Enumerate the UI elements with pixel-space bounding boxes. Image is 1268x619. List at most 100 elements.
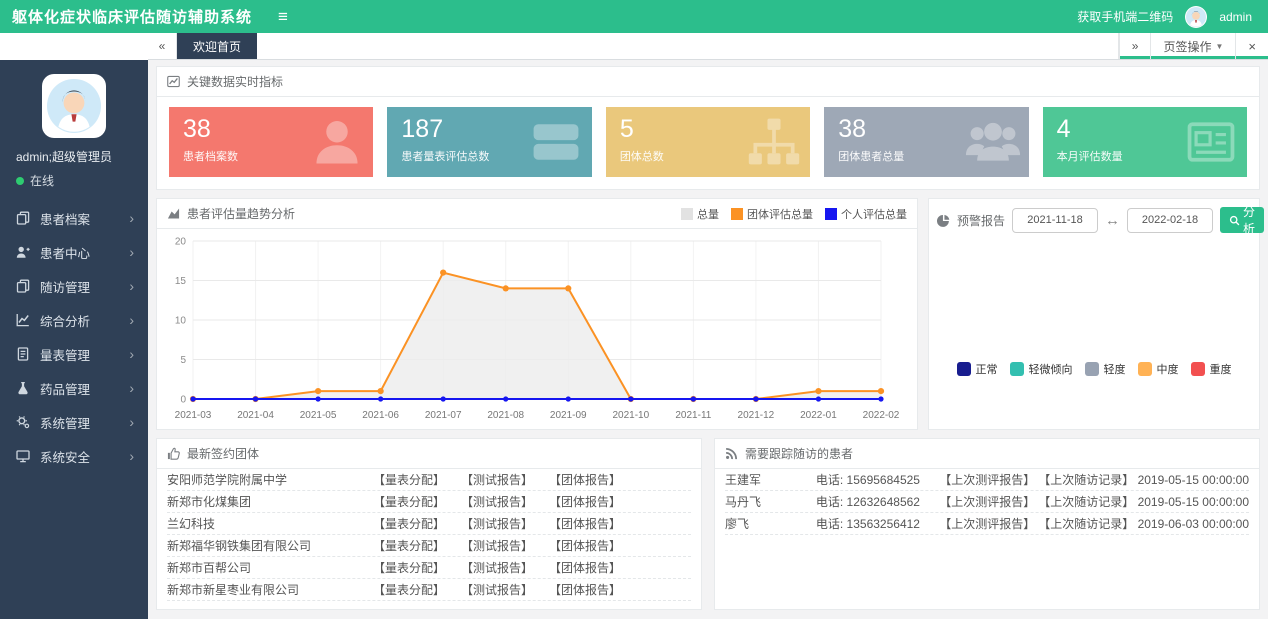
tabs-scroll-right-button[interactable]: » [1119, 33, 1151, 59]
trend-line-chart[interactable]: 051015202021-032021-042021-052021-062021… [157, 229, 899, 427]
group-link-1[interactable]: 【测试报告】 [461, 471, 533, 488]
legend-label: 中度 [1157, 361, 1179, 377]
severity-legend-item: 轻度 [1085, 361, 1126, 377]
sitemap-icon [746, 114, 802, 170]
last-followup-link[interactable]: 【上次随访记录】 2019-05-15 00:00:00 [1038, 471, 1249, 488]
svg-text:5: 5 [180, 355, 186, 366]
server-icon [528, 114, 584, 170]
newspaper-icon [1183, 114, 1239, 170]
stat-card-1[interactable]: 187 患者量表评估总数 [387, 107, 591, 177]
group-row: 新郑市新星枣业有限公司 【量表分配】【测试报告】【团体报告】 [167, 579, 691, 601]
groups-panel-header: 最新签约团体 [157, 439, 701, 469]
stat-card-4[interactable]: 4 本月评估数量 [1043, 107, 1247, 177]
severity-legend-item: 中度 [1138, 361, 1179, 377]
legend-swatch [957, 362, 971, 376]
group-link-2[interactable]: 【团体报告】 [549, 559, 621, 576]
severity-legend: 正常轻微倾向轻度中度重度 [929, 361, 1259, 377]
sidebar-item-label: 综合分析 [40, 311, 90, 330]
files-icon [16, 211, 40, 225]
stat-card-3[interactable]: 38 团体患者总量 [824, 107, 1028, 177]
report-header: 预警报告 ↔ 分析 [929, 199, 1259, 241]
tab-tools: » 页签操作 ▼ × [1118, 33, 1268, 59]
patients-panel-header: 需要跟踪随访的患者 [715, 439, 1259, 469]
last-assessment-link[interactable]: 【上次测评报告】 [939, 471, 1038, 488]
last-followup-link[interactable]: 【上次随访记录】 2019-05-15 00:00:00 [1038, 493, 1249, 510]
date-to-input[interactable] [1127, 208, 1213, 233]
sidebar-item-2[interactable]: 随访管理 › [0, 269, 148, 303]
sidebar-menu: 患者档案 › 患者中心 › 随访管理 › 综合分析 › 量表管理 › 药品管理 … [0, 201, 148, 473]
legend-swatch [1138, 362, 1152, 376]
user-avatar[interactable] [1185, 6, 1207, 28]
last-assessment-link[interactable]: 【上次测评报告】 [939, 493, 1038, 510]
fullscreen-icon[interactable]: × [1235, 33, 1268, 59]
chevron-right-icon: › [129, 278, 134, 294]
trend-legend: 总量 团体评估总量个人评估总量 [681, 206, 907, 222]
group-row: 新郑市化煤集团 【量表分配】【测试报告】【团体报告】 [167, 491, 691, 513]
sidebar-item-6[interactable]: 系统管理 › [0, 405, 148, 439]
sidebar-avatar[interactable] [42, 74, 106, 138]
group-link-0[interactable]: 【量表分配】 [373, 515, 445, 532]
stat-card-0[interactable]: 38 患者档案数 [169, 107, 373, 177]
sidebar-item-label: 系统安全 [40, 447, 90, 466]
severity-legend-item: 轻微倾向 [1010, 361, 1073, 377]
group-link-1[interactable]: 【测试报告】 [461, 537, 533, 554]
patient-name: 马丹飞 [725, 493, 816, 510]
group-link-1[interactable]: 【测试报告】 [461, 559, 533, 576]
stat-card-2[interactable]: 5 团体总数 [606, 107, 810, 177]
svg-text:2021-05: 2021-05 [300, 410, 337, 421]
chevron-right-icon: › [129, 210, 134, 226]
group-name: 新郑市化煤集团 [167, 493, 373, 510]
date-from-input[interactable] [1012, 208, 1098, 233]
group-link-2[interactable]: 【团体报告】 [549, 471, 621, 488]
sidebar-item-1[interactable]: 患者中心 › [0, 235, 148, 269]
svg-text:15: 15 [175, 276, 187, 287]
analyze-button[interactable]: 分析 [1220, 207, 1264, 233]
group-rows: 安阳师范学院附属中学 【量表分配】【测试报告】【团体报告】新郑市化煤集团 【量表… [157, 469, 701, 601]
group-link-0[interactable]: 【量表分配】 [373, 471, 445, 488]
tabs-scroll-left-button[interactable]: « [148, 33, 177, 59]
qr-code-link[interactable]: 获取手机端二维码 [1077, 8, 1173, 25]
group-link-2[interactable]: 【团体报告】 [549, 581, 621, 598]
sidebar-item-4[interactable]: 量表管理 › [0, 337, 148, 371]
trend-legend-item[interactable]: 总量 [681, 206, 719, 222]
group-link-0[interactable]: 【量表分配】 [373, 581, 445, 598]
sidebar-item-0[interactable]: 患者档案 › [0, 201, 148, 235]
legend-label: 团体评估总量 [747, 206, 813, 222]
group-link-0[interactable]: 【量表分配】 [373, 493, 445, 510]
svg-text:2021-08: 2021-08 [487, 410, 524, 421]
patient-name: 廖飞 [725, 515, 816, 532]
report-title: 预警报告 [957, 212, 1005, 229]
hamburger-menu-icon[interactable]: ≡ [268, 0, 298, 33]
group-link-1[interactable]: 【测试报告】 [461, 581, 533, 598]
group-row: 安阳师范学院附属中学 【量表分配】【测试报告】【团体报告】 [167, 469, 691, 491]
group-link-0[interactable]: 【量表分配】 [373, 537, 445, 554]
legend-swatch [681, 208, 693, 220]
group-link-2[interactable]: 【团体报告】 [549, 493, 621, 510]
group-link-2[interactable]: 【团体报告】 [549, 537, 621, 554]
svg-text:2021-09: 2021-09 [550, 410, 587, 421]
line-chart-icon [16, 313, 40, 327]
tab-home[interactable]: 欢迎首页 [177, 33, 257, 59]
last-assessment-link[interactable]: 【上次测评报告】 [939, 515, 1038, 532]
tab-actions-dropdown[interactable]: 页签操作 ▼ [1150, 33, 1235, 59]
legend-swatch [1191, 362, 1205, 376]
bar-chart-icon [167, 207, 180, 220]
sidebar-item-label: 随访管理 [40, 277, 90, 296]
trend-legend-item[interactable]: 团体评估总量 [731, 206, 813, 222]
group-link-1[interactable]: 【测试报告】 [461, 515, 533, 532]
legend-label: 轻微倾向 [1029, 361, 1073, 377]
patient-rows: 王建军 电话: 15695684525 【上次测评报告】 【上次随访记录】 20… [715, 469, 1259, 535]
username-label[interactable]: admin [1219, 10, 1252, 24]
tab-actions-label: 页签操作 [1163, 38, 1211, 55]
trend-panel-header: 患者评估量趋势分析 总量团体评估总量个人评估总量 [157, 199, 917, 229]
sidebar-item-5[interactable]: 药品管理 › [0, 371, 148, 405]
last-followup-link[interactable]: 【上次随访记录】 2019-06-03 00:00:00 [1038, 515, 1249, 532]
sidebar-item-7[interactable]: 系统安全 › [0, 439, 148, 473]
group-link-0[interactable]: 【量表分配】 [373, 559, 445, 576]
group-link-1[interactable]: 【测试报告】 [461, 493, 533, 510]
trend-legend-item[interactable]: 个人评估总量 [825, 206, 907, 222]
sidebar-item-3[interactable]: 综合分析 › [0, 303, 148, 337]
group-link-2[interactable]: 【团体报告】 [549, 515, 621, 532]
svg-text:2021-10: 2021-10 [612, 410, 649, 421]
trend-panel: 患者评估量趋势分析 总量团体评估总量个人评估总量 051015202021-03… [156, 198, 918, 430]
